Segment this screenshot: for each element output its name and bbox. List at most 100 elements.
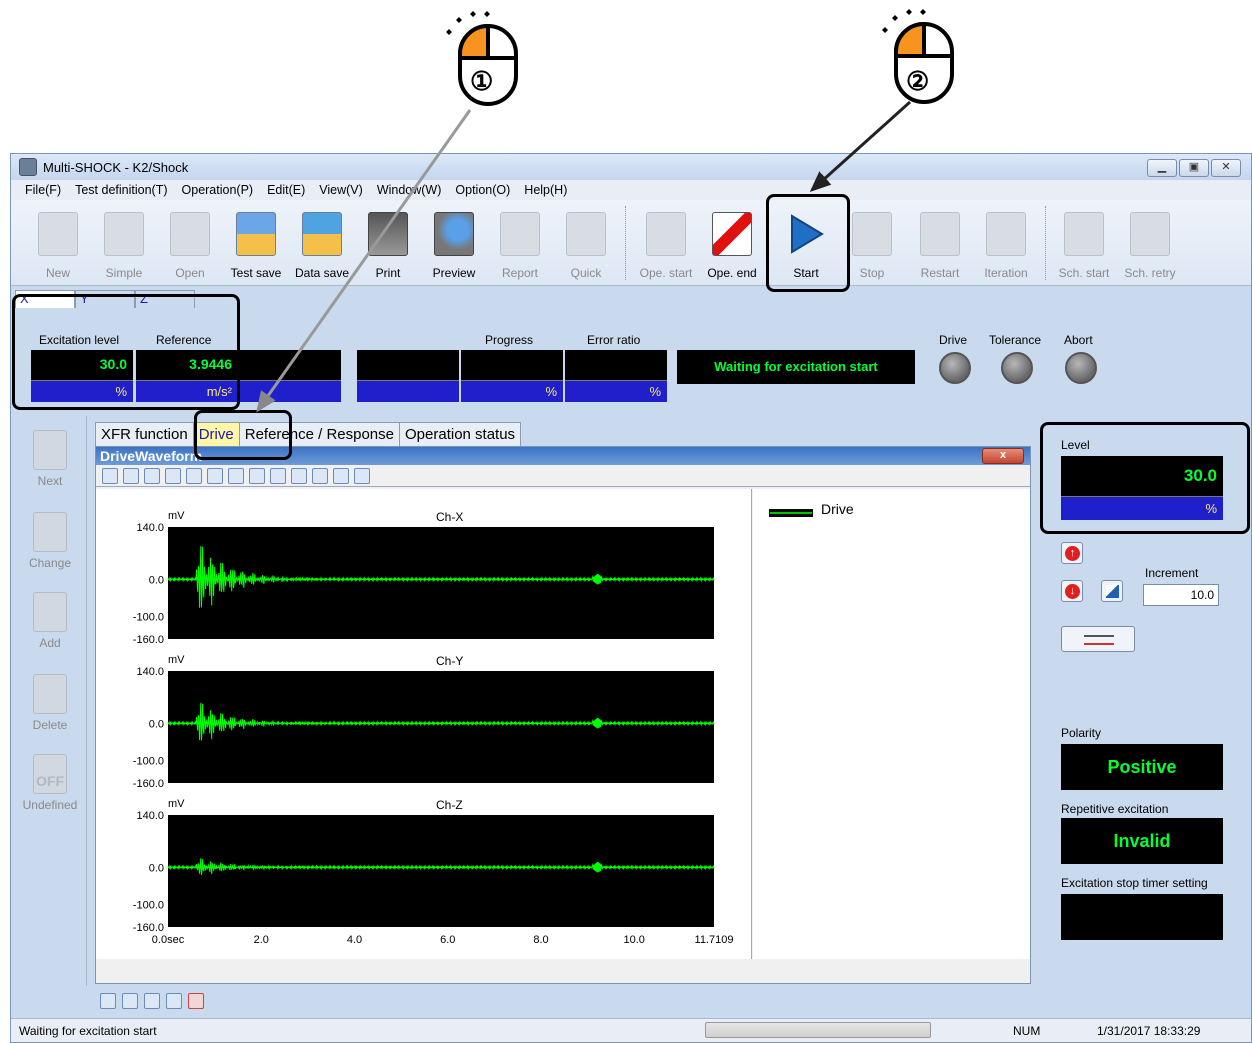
toolbar: New Simple Open Test save Data save Prin…	[11, 200, 1251, 286]
restore-icon[interactable]	[166, 993, 182, 1009]
change-label: Change	[28, 556, 72, 570]
progress-unit: %	[461, 380, 563, 402]
iteration-button[interactable]: Iteration	[973, 208, 1039, 284]
new-document-icon	[38, 212, 78, 256]
ope-start-button[interactable]: Ope. start	[633, 208, 699, 284]
tab-xfr-function[interactable]: XFR function	[95, 422, 194, 446]
graph-tool-icon[interactable]	[165, 467, 181, 484]
new-button[interactable]: New	[25, 208, 91, 284]
legend-area: Drive	[753, 489, 1030, 959]
add-button[interactable]: Add	[17, 588, 83, 664]
graph-tool-icon[interactable]	[354, 467, 370, 484]
marker-label-2: ②	[906, 66, 930, 96]
drive-lamp-label: Drive	[939, 333, 968, 347]
add-label: Add	[39, 636, 61, 650]
increment-input[interactable]: 10.0	[1143, 584, 1219, 606]
edit-pencil-icon	[1106, 585, 1119, 598]
status-bar: Waiting for excitation start NUM 1/31/20…	[11, 1018, 1251, 1042]
restart-button[interactable]: Restart	[907, 208, 973, 284]
waveform-icon	[1084, 635, 1114, 645]
next-button[interactable]: Next	[17, 426, 83, 502]
left-sidebar: Next Change Add Delete OFF Undefined	[11, 416, 87, 986]
delete-label: Delete	[32, 718, 68, 732]
stop-square-icon	[852, 212, 892, 256]
graph-tool-icon[interactable]	[249, 467, 265, 484]
menu-window[interactable]: Window(W)	[377, 180, 442, 200]
pencil-icon	[33, 512, 67, 552]
level-down-button[interactable]: ↓	[1061, 580, 1083, 602]
drive-window-close-button[interactable]: x	[982, 448, 1024, 464]
waveform-chart: Ch-X mV 140.0 0.0 -100.0 -160.0 Ch-Y mV 140.0 0.0…	[133, 510, 734, 946]
quick-button[interactable]: Quick	[553, 208, 619, 284]
plus-icon	[33, 592, 67, 632]
red-x-icon	[712, 212, 752, 256]
waveform-plot-area: Ch-X mV 140.0 0.0 -100.0 -160.0 Ch-Y mV 140.0 0.0…	[96, 489, 752, 959]
menu-edit[interactable]: Edit(E)	[267, 180, 305, 200]
open-button[interactable]: Open	[157, 208, 223, 284]
undefined-label: Undefined	[22, 798, 78, 812]
change-button[interactable]: Change	[17, 508, 83, 584]
menu-test-definition[interactable]: Test definition(T)	[75, 180, 167, 200]
close-all-icon[interactable]	[188, 993, 204, 1009]
sch-start-button[interactable]: Sch. start	[1051, 208, 1117, 284]
simple-button[interactable]: Simple	[91, 208, 157, 284]
test-save-label: Test save	[230, 266, 282, 280]
y-tick-label: -160.0	[133, 634, 164, 646]
blank-meter-2	[357, 350, 459, 402]
x-tick-label: 10.0	[624, 934, 645, 946]
graph-tool-icon[interactable]	[270, 467, 286, 484]
minimize-button[interactable]: ▁	[1147, 159, 1177, 177]
level-up-button[interactable]: ↑	[1061, 542, 1083, 564]
cascade-icon[interactable]	[144, 993, 160, 1009]
graph-tool-icon[interactable]	[102, 467, 118, 484]
graph-tool-icon[interactable]	[291, 467, 307, 484]
delete-button[interactable]: Delete	[17, 670, 83, 746]
data-save-button[interactable]: Data save	[289, 208, 355, 284]
menu-file[interactable]: File(F)	[25, 180, 61, 200]
close-button[interactable]: ✕	[1211, 159, 1241, 177]
status-datetime: 1/31/2017 18:33:29	[1097, 1024, 1201, 1038]
preview-button[interactable]: Preview	[421, 208, 487, 284]
report-button[interactable]: Report	[487, 208, 553, 284]
polarity-value: Positive	[1061, 744, 1223, 790]
print-button[interactable]: Print	[355, 208, 421, 284]
channel-title: Ch-X	[436, 510, 463, 524]
graph-tool-icon[interactable]	[207, 467, 223, 484]
graph-tool-icon[interactable]	[123, 467, 139, 484]
maximize-button[interactable]: ▣	[1179, 159, 1209, 177]
test-save-button[interactable]: Test save	[223, 208, 289, 284]
print-label: Print	[375, 266, 401, 280]
undefined-button[interactable]: OFF Undefined	[17, 750, 83, 826]
magnifier-printer-icon	[434, 212, 474, 256]
test-save-icon	[236, 212, 276, 256]
legend-line-swatch	[769, 509, 813, 517]
menu-view[interactable]: View(V)	[319, 180, 363, 200]
status-progress-bar	[705, 1022, 931, 1038]
schedule-retry-icon	[1130, 212, 1170, 256]
graph-tool-icon[interactable]	[333, 467, 349, 484]
menu-help[interactable]: Help(H)	[524, 180, 567, 200]
plot-panel-background	[168, 527, 714, 639]
screenshot-root: ① ② Multi-SHOCK - K2/Shock ▁ ▣ ✕ File(F)…	[0, 0, 1252, 1043]
edit-increment-button[interactable]	[1101, 580, 1123, 602]
waveform-button[interactable]	[1061, 626, 1135, 652]
quick-icon	[566, 212, 606, 256]
menu-bar: File(F) Test definition(T) Operation(P) …	[11, 180, 1251, 200]
ope-end-button[interactable]: Ope. end	[699, 208, 765, 284]
sch-start-label: Sch. start	[1058, 266, 1110, 280]
ope-start-icon	[646, 212, 686, 256]
y-tick-label: -100.0	[133, 612, 164, 624]
tab-operation-status[interactable]: Operation status	[399, 422, 522, 446]
off-icon: OFF	[33, 754, 67, 794]
tile-horizontal-icon[interactable]	[100, 993, 116, 1009]
menu-option[interactable]: Option(O)	[455, 180, 510, 200]
menu-operation[interactable]: Operation(P)	[182, 180, 254, 200]
graph-tool-icon[interactable]	[144, 467, 160, 484]
x-delete-icon	[33, 674, 67, 714]
zoom-icon[interactable]	[186, 467, 202, 484]
graph-tool-icon[interactable]	[312, 467, 328, 484]
graph-tool-icon[interactable]	[228, 467, 244, 484]
tile-vertical-icon[interactable]	[122, 993, 138, 1009]
sch-retry-label: Sch. retry	[1124, 266, 1176, 280]
sch-retry-button[interactable]: Sch. retry	[1117, 208, 1183, 284]
